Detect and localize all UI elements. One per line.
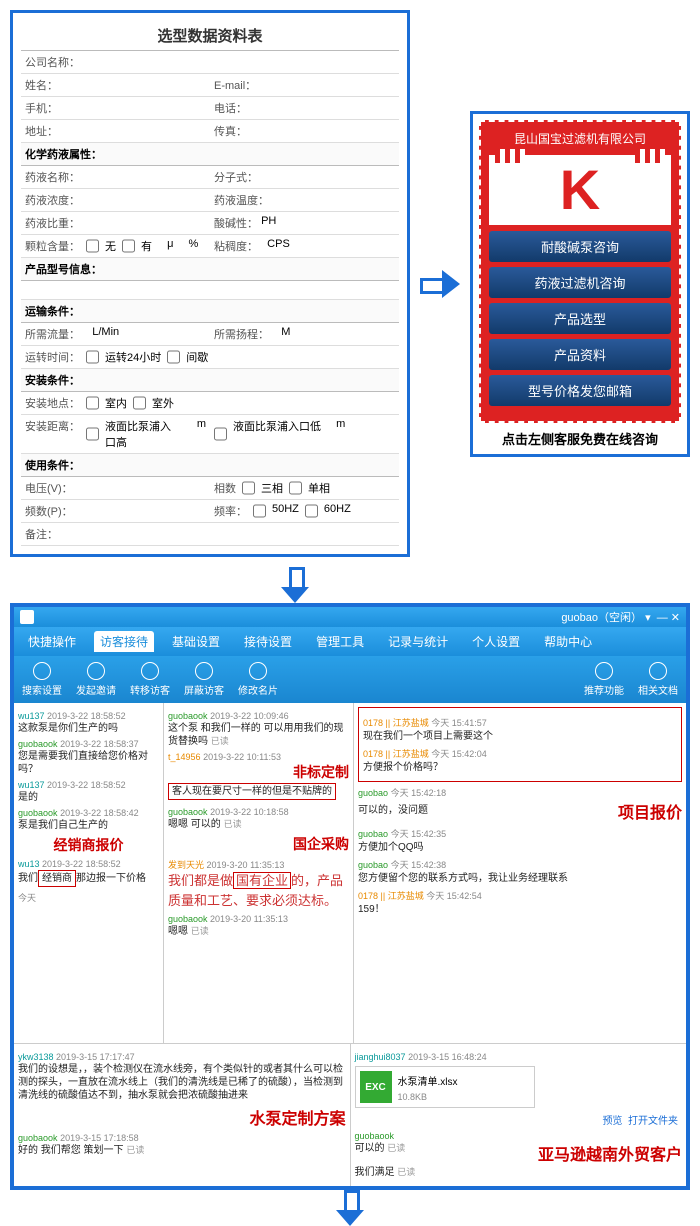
k-logo-icon: K xyxy=(489,155,671,225)
chat-tabs: 快捷操作 访客接待 基础设置 接待设置 管理工具 记录与统计 个人设置 帮助中心 xyxy=(14,627,686,656)
promo-caption: 点击左侧客服免费在线咨询 xyxy=(479,423,681,448)
lower-right: jianghui8037 2019-3-15 16:48:24 EXC 水泵清单… xyxy=(351,1044,687,1186)
form-title: 选型数据资料表 xyxy=(21,21,399,51)
tool-invite[interactable]: 发起邀请 xyxy=(76,662,116,697)
tool-recommend[interactable]: 推荐功能 xyxy=(584,662,624,697)
tool-transfer[interactable]: 转移访客 xyxy=(130,662,170,697)
soe-label: 国企采购 xyxy=(293,836,349,852)
account-label[interactable]: guobao（空闲） xyxy=(561,609,642,625)
tool-editcard[interactable]: 修改名片 xyxy=(238,662,278,697)
tab-2[interactable]: 基础设置 xyxy=(166,631,226,652)
transfer-icon xyxy=(141,662,159,680)
amazon-vn-label: 亚马逊越南外贸客户 xyxy=(538,1141,682,1165)
tab-3[interactable]: 接待设置 xyxy=(238,631,298,652)
star-icon xyxy=(595,662,613,680)
soe-rich-msg: 我们都是做国有企业的，产品质量和工艺、要求必须达标。 xyxy=(168,871,349,910)
file-attachment[interactable]: EXC 水泵清单.xlsx 10.8KB xyxy=(355,1066,535,1108)
chat-col-2: guobaook 2019-3-22 10:09:46 这个泵 和我们一样的 可… xyxy=(164,703,354,1043)
lower-left: ykw3138 2019-3-15 17:17:47 我们的设想是，，装个检测仪… xyxy=(14,1044,351,1186)
tab-5[interactable]: 记录与统计 xyxy=(382,631,454,652)
single-phase-checkbox[interactable] xyxy=(289,480,302,496)
arrow-down-2-icon xyxy=(330,1190,370,1226)
tab-7[interactable]: 帮助中心 xyxy=(538,631,598,652)
promo-company: 昆山国宝过滤机有限公司 xyxy=(485,128,675,149)
project-quote-label: 项目报价 xyxy=(618,799,682,823)
tab-0[interactable]: 快捷操作 xyxy=(22,631,82,652)
particle-none-checkbox[interactable] xyxy=(86,238,99,254)
run24-checkbox[interactable] xyxy=(86,349,99,365)
invite-icon xyxy=(87,662,105,680)
inlet-high-checkbox[interactable] xyxy=(86,418,99,450)
arrow-down-icon xyxy=(275,567,315,603)
promo-btn-1[interactable]: 药液过滤机咨询 xyxy=(489,267,671,298)
tab-4[interactable]: 管理工具 xyxy=(310,631,370,652)
tool-search[interactable]: 搜索设置 xyxy=(22,662,62,697)
edit-icon xyxy=(249,662,267,680)
dealer-quote-label: 经销商报价 xyxy=(54,837,124,853)
indoor-checkbox[interactable] xyxy=(86,395,99,411)
lbl-company: 公司名称： xyxy=(25,54,80,70)
promo-btn-0[interactable]: 耐酸碱泵咨询 xyxy=(489,231,671,262)
chat-lower-row: ykw3138 2019-3-15 17:17:47 我们的设想是，，装个检测仪… xyxy=(14,1043,686,1186)
tool-block[interactable]: 屏蔽访客 xyxy=(184,662,224,697)
pump-custom-label: 水泵定制方案 xyxy=(249,1111,345,1128)
nonstd-label: 非标定制 xyxy=(293,764,349,780)
hz50-checkbox[interactable] xyxy=(253,503,266,519)
selection-form-panel: 选型数据资料表 公司名称： 姓名： E-mail： 手机： 电话： 地址： 传真… xyxy=(10,10,410,557)
hz60-checkbox[interactable] xyxy=(305,503,318,519)
intermittent-checkbox[interactable] xyxy=(167,349,180,365)
outdoor-checkbox[interactable] xyxy=(133,395,146,411)
search-icon xyxy=(33,662,51,680)
excel-icon: EXC xyxy=(360,1071,392,1103)
arrow-right-icon xyxy=(420,264,460,304)
chat-titlebar: guobao（空闲） ▾ — ✕ xyxy=(14,607,686,627)
chat-col-3: 0178 || 江苏盐城 今天 15:41:57 现在我们一个项目上需要这个 0… xyxy=(354,703,686,1043)
outlet-low-checkbox[interactable] xyxy=(214,418,227,450)
block-icon xyxy=(195,662,213,680)
particle-have-checkbox[interactable] xyxy=(122,238,135,254)
tab-6[interactable]: 个人设置 xyxy=(466,631,526,652)
chat-app: guobao（空闲） ▾ — ✕ 快捷操作 访客接待 基础设置 接待设置 管理工… xyxy=(10,603,690,1190)
preview-link[interactable]: 预览 xyxy=(602,1116,622,1127)
tab-1[interactable]: 访客接待 xyxy=(94,631,154,652)
nonstd-box: 客人现在要尺寸一样的但是不贴牌的 xyxy=(168,783,336,800)
promo-btn-4[interactable]: 型号价格发您邮箱 xyxy=(489,375,671,406)
promo-panel: 昆山国宝过滤机有限公司 K 耐酸碱泵咨询 药液过滤机咨询 产品选型 产品资料 型… xyxy=(470,111,690,457)
three-phase-checkbox[interactable] xyxy=(242,480,255,496)
app-logo-icon xyxy=(20,610,34,624)
chat-toolbar: 搜索设置 发起邀请 转移访客 屏蔽访客 修改名片 推荐功能 相关文档 xyxy=(14,656,686,703)
open-folder-link[interactable]: 打开文件夹 xyxy=(628,1116,678,1127)
chat-col-1: wu137 2019-3-22 18:58:52 这款泵是你们生产的吗 guob… xyxy=(14,703,164,1043)
tool-docs[interactable]: 相关文档 xyxy=(638,662,678,697)
promo-btn-2[interactable]: 产品选型 xyxy=(489,303,671,334)
promo-btn-3[interactable]: 产品资料 xyxy=(489,339,671,370)
doc-icon xyxy=(649,662,667,680)
